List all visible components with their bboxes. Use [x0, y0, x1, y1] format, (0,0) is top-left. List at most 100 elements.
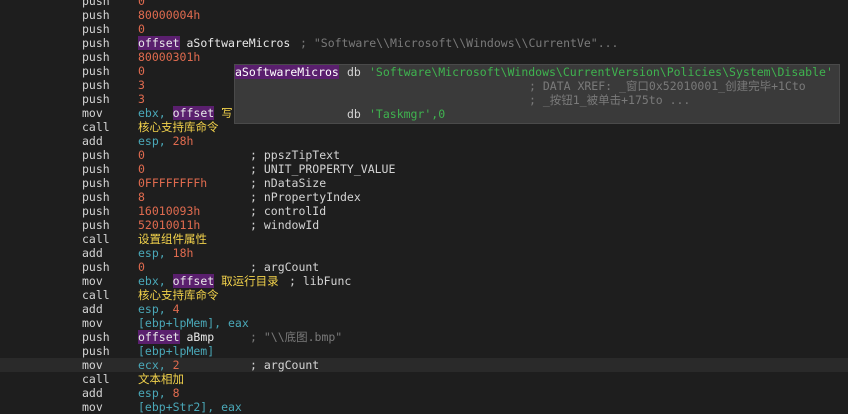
- code-line[interactable]: mov ecx, 2 ; argCount: [0, 358, 848, 372]
- operand[interactable]: 核心支持库命令: [138, 120, 219, 134]
- disassembly-view[interactable]: push 0 push 80000004h push 0 push offset aSoftw…: [0, 0, 848, 414]
- operand-value[interactable]: [ebp+lpMem], eax: [138, 316, 249, 330]
- operand-value[interactable]: 80000004h: [138, 8, 200, 22]
- operand-value[interactable]: 28h: [173, 134, 194, 148]
- mnemonic: call: [82, 372, 110, 386]
- operand[interactable]: 3: [138, 78, 145, 92]
- operand-value[interactable]: aSoftwareMicros: [186, 36, 290, 50]
- operand[interactable]: 80000004h: [138, 8, 200, 22]
- operand-value[interactable]: 0: [138, 260, 145, 274]
- code-line[interactable]: push 0: [0, 22, 848, 36]
- operand[interactable]: 8: [138, 190, 145, 204]
- operand-value[interactable]: 0: [138, 148, 145, 162]
- code-line[interactable]: push 80000004h: [0, 8, 848, 22]
- operand[interactable]: [ebp+lpMem]: [138, 344, 214, 358]
- operand-value[interactable]: 核心支持库命令: [138, 120, 219, 134]
- code-line[interactable]: push 0 ; UNIT_PROPERTY_VALUE: [0, 162, 848, 176]
- operand[interactable]: 0: [138, 0, 145, 8]
- operand-value[interactable]: [ebp+Str2], eax: [138, 400, 242, 414]
- code-line[interactable]: call 设置组件属性: [0, 232, 848, 246]
- operand-value[interactable]: 4: [173, 302, 180, 316]
- operand-value[interactable]: 0: [138, 64, 145, 78]
- mnemonic: push: [82, 260, 110, 274]
- operand[interactable]: 80000301h: [138, 50, 200, 64]
- code-line[interactable]: add esp, 4: [0, 302, 848, 316]
- code-line[interactable]: push 0 ; argCount: [0, 260, 848, 274]
- operand-value[interactable]: [ebp+lpMem]: [138, 344, 214, 358]
- operand[interactable]: [ebp+Str2], eax: [138, 400, 242, 414]
- code-line[interactable]: push offset aBmp ; "\\底图.bmp": [0, 330, 848, 344]
- code-line[interactable]: mov [ebp+Str2], eax: [0, 400, 848, 414]
- operand[interactable]: esp, 28h: [138, 134, 193, 148]
- code-line[interactable]: call 核心支持库命令: [0, 288, 848, 302]
- mnemonic: push: [82, 0, 110, 8]
- operand[interactable]: ebx, offset 取运行目录: [138, 274, 279, 288]
- operand-value[interactable]: 0FFFFFFFFh: [138, 176, 207, 190]
- mnemonic: mov: [82, 274, 103, 288]
- mnemonic: add: [82, 302, 103, 316]
- code-line[interactable]: call 文本相加: [0, 372, 848, 386]
- operand-value[interactable]: 0: [138, 0, 145, 8]
- operand-value[interactable]: 设置组件属性: [138, 232, 207, 246]
- code-line[interactable]: add esp, 28h: [0, 134, 848, 148]
- operand-value[interactable]: 3: [138, 78, 145, 92]
- comment: ; windowId: [250, 218, 320, 232]
- code-line[interactable]: push 0: [0, 0, 848, 8]
- code-line[interactable]: push 80000301h: [0, 50, 848, 64]
- offset-keyword: offset: [138, 36, 180, 50]
- operand[interactable]: 0: [138, 260, 145, 274]
- operand-value[interactable]: aBmp: [186, 330, 214, 344]
- operand[interactable]: esp, 4: [138, 302, 180, 316]
- mnemonic: push: [82, 148, 110, 162]
- offset-keyword: offset: [138, 330, 180, 344]
- operand-value[interactable]: 取运行目录: [221, 274, 279, 288]
- operand[interactable]: 0: [138, 22, 145, 36]
- code-line[interactable]: add esp, 8: [0, 386, 848, 400]
- code-line[interactable]: push [ebp+lpMem]: [0, 344, 848, 358]
- operand[interactable]: ebx, offset 写: [138, 106, 233, 120]
- operand[interactable]: 文本相加: [138, 372, 184, 386]
- code-line[interactable]: add esp, 18h: [0, 246, 848, 260]
- operand[interactable]: 核心支持库命令: [138, 288, 219, 302]
- code-line[interactable]: push 8 ; nPropertyIndex: [0, 190, 848, 204]
- code-line[interactable]: mov ebx, offset 取运行目录 ; libFunc: [0, 274, 848, 288]
- operand-value[interactable]: 80000301h: [138, 50, 200, 64]
- code-line[interactable]: push 0FFFFFFFFh ; nDataSize: [0, 176, 848, 190]
- operand[interactable]: esp, 8: [138, 386, 180, 400]
- operand[interactable]: 0: [138, 162, 145, 176]
- code-line[interactable]: push 16010093h ; controlId: [0, 204, 848, 218]
- operand[interactable]: 设置组件属性: [138, 232, 207, 246]
- operand-value[interactable]: 0: [138, 162, 145, 176]
- operand[interactable]: 0FFFFFFFFh: [138, 176, 207, 190]
- operand-value[interactable]: 核心支持库命令: [138, 288, 219, 302]
- operand-value[interactable]: 写: [221, 106, 233, 120]
- operand[interactable]: [ebp+lpMem], eax: [138, 316, 249, 330]
- operand[interactable]: 52010011h: [138, 218, 200, 232]
- operand[interactable]: offset aBmp: [138, 330, 214, 344]
- operand[interactable]: ecx, 2: [138, 358, 180, 372]
- operand[interactable]: 16010093h: [138, 204, 200, 218]
- code-line[interactable]: push 0 ; ppszTipText: [0, 148, 848, 162]
- code-line[interactable]: push 52010011h ; windowId: [0, 218, 848, 232]
- operand[interactable]: offset aSoftwareMicros: [138, 36, 290, 50]
- code-line[interactable]: mov [ebp+lpMem], eax: [0, 316, 848, 330]
- operand-value[interactable]: 2: [173, 358, 180, 372]
- operand[interactable]: esp, 18h: [138, 246, 193, 260]
- operand-value[interactable]: 8: [138, 190, 145, 204]
- mnemonic: push: [82, 162, 110, 176]
- operand[interactable]: 0: [138, 64, 145, 78]
- operand[interactable]: 0: [138, 148, 145, 162]
- operand[interactable]: 3: [138, 92, 145, 106]
- operand-value[interactable]: 52010011h: [138, 218, 200, 232]
- operand-value[interactable]: 18h: [173, 246, 194, 260]
- operand-value[interactable]: 16010093h: [138, 204, 200, 218]
- code-line[interactable]: push offset aSoftwareMicros ; "Software\\M…: [0, 36, 848, 50]
- comment: ; "\\底图.bmp": [250, 330, 343, 344]
- offset-keyword: offset: [172, 106, 215, 120]
- mnemonic: push: [82, 78, 110, 92]
- operand-value[interactable]: 3: [138, 92, 145, 106]
- operand-value[interactable]: 文本相加: [138, 372, 184, 386]
- operand-value[interactable]: 0: [138, 22, 145, 36]
- comment: ; argCount: [250, 358, 320, 372]
- operand-value[interactable]: 8: [173, 386, 180, 400]
